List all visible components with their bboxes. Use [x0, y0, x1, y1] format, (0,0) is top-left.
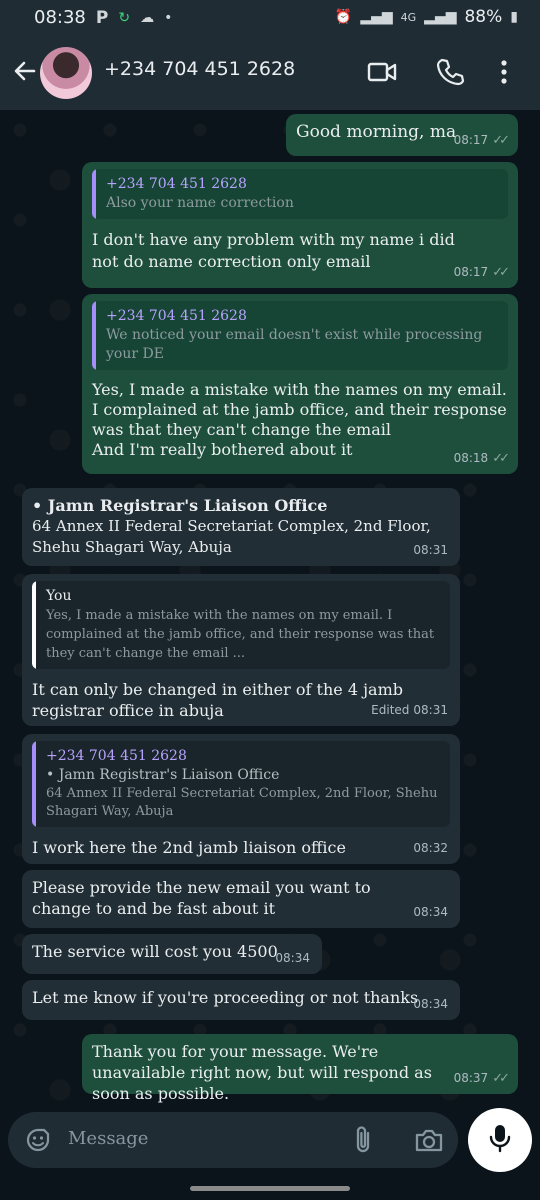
quoted-message[interactable]: +234 704 451 2628 Also your name correct…: [92, 169, 508, 219]
network-type: 4G: [400, 10, 417, 24]
message-incoming[interactable]: +234 704 451 2628 • Jamn Registrar's Lia…: [22, 734, 460, 864]
contact-name[interactable]: +234 704 451 2628: [104, 58, 295, 80]
quoted-message[interactable]: You Yes, I made a mistake with the names…: [32, 581, 450, 669]
message-meta: Edited 08:31: [371, 700, 448, 721]
avatar[interactable]: [40, 47, 92, 99]
more-options-icon[interactable]: [494, 56, 514, 88]
battery-icon: ▮: [510, 9, 518, 25]
message-time: 08:18: [453, 451, 489, 465]
edited-label: Edited: [371, 703, 410, 717]
message-text: Good morning, ma: [296, 122, 457, 142]
message-time: 08:17: [453, 133, 489, 147]
quote-author: You: [46, 588, 72, 604]
message-incoming[interactable]: • Jamn Registrar's Liaison Office 64 Ann…: [22, 488, 460, 566]
back-arrow-icon[interactable]: [10, 56, 40, 86]
message-input[interactable]: Message: [68, 1128, 148, 1149]
quoted-message[interactable]: +234 704 451 2628 • Jamn Registrar's Lia…: [32, 741, 450, 827]
message-text-line: And I'm really bothered about it: [92, 440, 353, 459]
message-time: 08:31: [413, 543, 448, 557]
quote-title: • Jamn Registrar's Liaison Office: [46, 767, 280, 783]
cloud-icon: ☁: [140, 9, 155, 26]
quote-text: 64 Annex II Federal Secretariat Complex,…: [46, 786, 438, 819]
message-outgoing[interactable]: +234 704 451 2628 Also your name correct…: [82, 162, 518, 288]
message-outgoing[interactable]: +234 704 451 2628 We noticed your email …: [82, 294, 518, 474]
message-input-bar: Message: [8, 1112, 458, 1168]
message-text: Please provide the new email you want to…: [32, 878, 371, 918]
message-text-line: Yes, I made a mistake with the names on …: [92, 380, 507, 399]
message-text-line: I complained at the jamb office, and the…: [92, 400, 507, 439]
message-outgoing[interactable]: Good morning, ma 08:17 ✓✓: [286, 114, 518, 156]
message-meta: 08:37 ✓✓: [453, 1068, 510, 1089]
quote-author: +234 704 451 2628: [106, 176, 247, 192]
quote-author: +234 704 451 2628: [106, 308, 247, 324]
message-outgoing[interactable]: Thank you for your message. We're unavai…: [82, 1034, 518, 1103]
message-time: 08:31: [413, 703, 448, 717]
message-text: I work here the 2nd jamb liaison office: [32, 838, 346, 857]
signal-icon-2: ▂▄▆: [424, 9, 457, 25]
message-time: 08:37: [453, 1071, 489, 1085]
message-meta: 08:34: [275, 948, 310, 969]
message-time: 08:34: [275, 951, 310, 965]
message-text: Thank you for your message. We're unavai…: [92, 1042, 432, 1103]
attach-icon[interactable]: [350, 1124, 378, 1156]
message-incoming[interactable]: You Yes, I made a mistake with the names…: [22, 574, 460, 726]
phone-call-icon[interactable]: [434, 56, 466, 88]
signal-icon: ▂▄▆: [360, 9, 393, 25]
message-time: 08:17: [453, 265, 489, 279]
message-incoming[interactable]: The service will cost you 4500 08:34: [22, 934, 322, 974]
status-bar: 08:38 P ↻ ☁ • ⏰ ▂▄▆ 4G ▂▄▆ 88% ▮: [0, 0, 540, 36]
message-meta: 08:17 ✓✓: [453, 262, 510, 283]
home-indicator[interactable]: [190, 1186, 350, 1191]
dot-icon: •: [164, 9, 173, 26]
message-incoming[interactable]: Please provide the new email you want to…: [22, 870, 460, 928]
read-ticks-icon: ✓✓: [492, 1071, 510, 1086]
emoji-sticker-icon[interactable]: [24, 1126, 52, 1154]
p-icon: P: [95, 7, 109, 28]
message-incoming[interactable]: Let me know if you're proceeding or not …: [22, 980, 460, 1020]
message-meta: 08:34: [413, 994, 448, 1015]
message-text: The service will cost you 4500: [32, 942, 278, 961]
read-ticks-icon: ✓✓: [492, 451, 510, 466]
message-time: 08:34: [413, 997, 448, 1011]
message-text: I don't have any problem with my name i …: [92, 230, 455, 271]
battery-percent: 88%: [464, 7, 503, 27]
read-ticks-icon: ✓✓: [492, 265, 510, 280]
message-meta: 08:18 ✓✓: [453, 448, 510, 469]
quote-text: We noticed your email doesn't exist whil…: [106, 327, 483, 362]
status-time: 08:38: [34, 7, 86, 28]
quote-author: +234 704 451 2628: [46, 748, 187, 764]
chat-header: +234 704 451 2628: [0, 36, 540, 110]
message-meta: 08:31: [413, 540, 448, 561]
sync-icon: ↻: [118, 9, 131, 26]
message-time: 08:34: [413, 905, 448, 919]
quoted-message[interactable]: +234 704 451 2628 We noticed your email …: [92, 301, 508, 370]
quote-text: Also your name correction: [106, 195, 294, 211]
alarm-icon: ⏰: [334, 9, 353, 25]
mic-icon: [487, 1123, 513, 1157]
quote-text: Yes, I made a mistake with the names on …: [46, 608, 435, 661]
camera-icon[interactable]: [414, 1126, 444, 1154]
mic-button[interactable]: [468, 1108, 532, 1172]
video-call-icon[interactable]: [366, 56, 398, 88]
message-time: 08:32: [413, 841, 448, 855]
message-text: 64 Annex II Federal Secretariat Complex,…: [32, 517, 431, 556]
message-meta: 08:34: [413, 902, 448, 923]
read-ticks-icon: ✓✓: [492, 133, 510, 148]
message-meta: 08:17 ✓✓: [453, 130, 510, 151]
message-meta: 08:32: [413, 838, 448, 859]
message-text: Let me know if you're proceeding or not …: [32, 988, 419, 1007]
message-title: • Jamn Registrar's Liaison Office: [32, 496, 328, 515]
